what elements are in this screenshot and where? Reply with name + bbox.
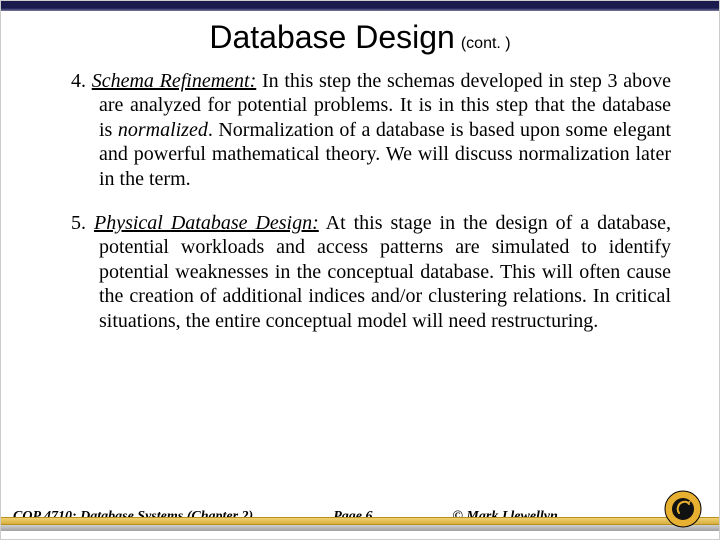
title-wrap: Database Design (cont. ): [1, 19, 719, 56]
content-area: 4. Schema Refinement: In this step the s…: [47, 69, 671, 353]
slide: Database Design (cont. ) 4. Schema Refin…: [0, 0, 720, 540]
institution-logo: [663, 489, 703, 529]
item-heading: Schema Refinement:: [92, 70, 257, 92]
item-body-em: normalized: [118, 119, 208, 141]
footer-grey-stripe: [1, 525, 719, 531]
item-heading: Physical Database Design:: [94, 212, 319, 234]
list-item: 4. Schema Refinement: In this step the s…: [47, 69, 671, 191]
slide-title-cont: (cont. ): [461, 35, 511, 52]
top-stripe: [1, 1, 719, 11]
slide-title: Database Design: [209, 19, 454, 55]
item-number: 5.: [71, 212, 86, 234]
footer-bar: [1, 517, 719, 531]
list-item: 5. Physical Database Design: At this sta…: [47, 211, 671, 333]
footer-gold-stripe: [1, 517, 719, 525]
item-number: 4.: [71, 70, 86, 92]
